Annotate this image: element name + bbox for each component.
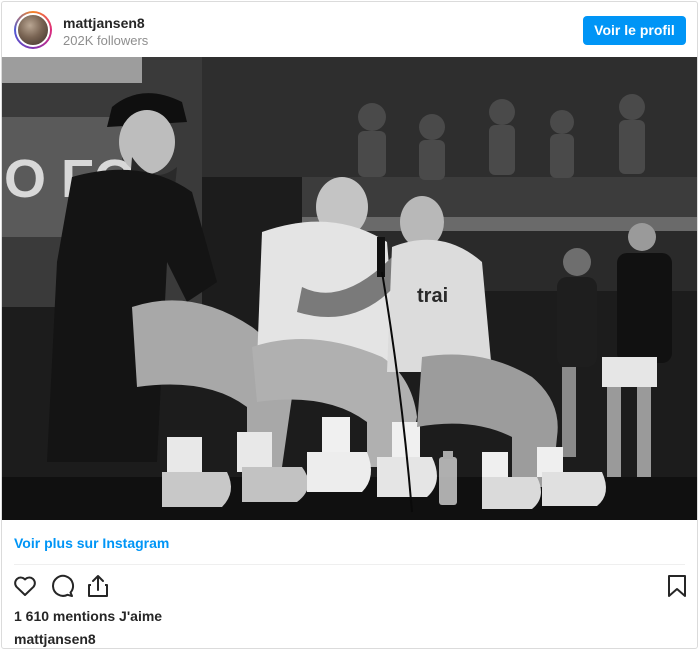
shirt-text: trai — [417, 285, 448, 307]
username[interactable]: mattjansen8 — [63, 15, 145, 31]
avatar-image — [16, 13, 50, 47]
post-header: mattjansen8 202K followers Voir le profi… — [2, 2, 697, 58]
like-count[interactable]: 1 610 mentions J'aime — [14, 608, 162, 624]
caption-username[interactable]: mattjansen8 — [14, 631, 96, 647]
avatar[interactable] — [14, 11, 52, 49]
see-more-on-instagram-link[interactable]: Voir plus sur Instagram — [14, 535, 169, 551]
share-icon[interactable] — [85, 573, 111, 599]
heart-icon[interactable] — [12, 573, 38, 599]
photo-scene: O FO trai — [2, 57, 697, 520]
view-profile-button[interactable]: Voir le profil — [583, 16, 686, 45]
instagram-embed-card: mattjansen8 202K followers Voir le profi… — [1, 1, 698, 649]
follower-count: 202K followers — [63, 33, 149, 48]
divider — [14, 564, 685, 565]
bookmark-icon[interactable] — [664, 573, 690, 599]
comment-icon[interactable] — [49, 573, 75, 599]
post-photo[interactable]: O FO trai — [2, 57, 697, 520]
